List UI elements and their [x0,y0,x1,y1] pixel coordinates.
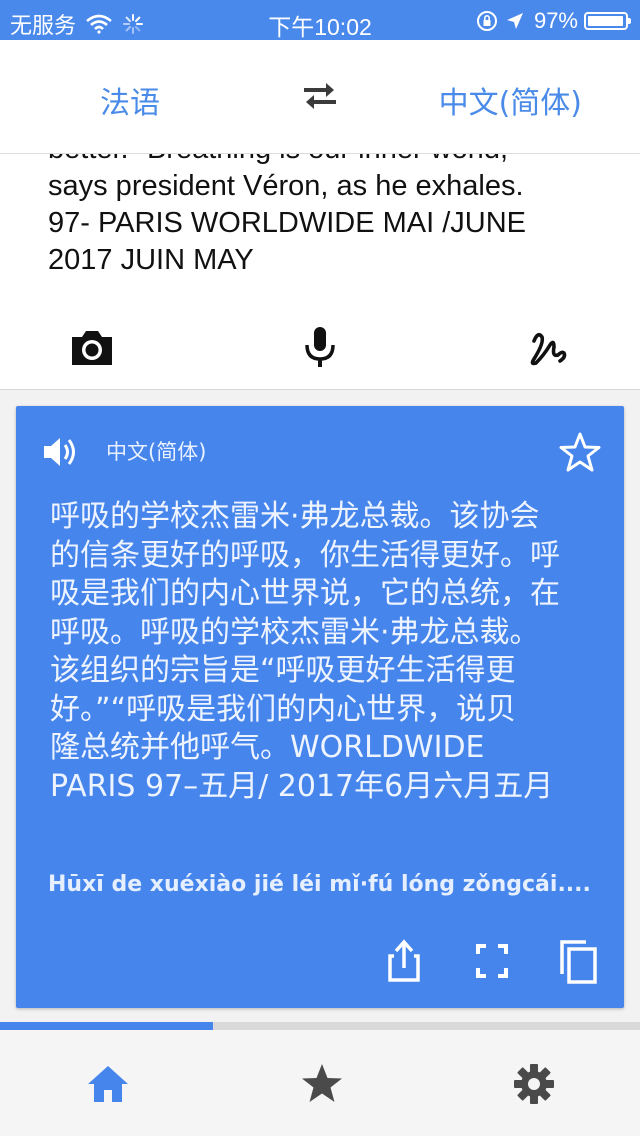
translation-line: PARIS 97–五月/ 2017年6月六月五月 [50,768,554,804]
battery-percent: 97% [533,8,578,33]
source-line: better." Breathing is our inner world, [48,153,608,168]
source-line: 2017 JUIN MAY [48,244,254,276]
microphone-icon[interactable] [296,325,344,369]
translation-card[interactable]: 中文(简体) 呼吸的学校杰雷米·弗龙总裁。该协会 的信条更好的呼吸，你生活得更好… [16,406,624,1008]
speaker-icon[interactable] [40,432,80,472]
location-arrow-icon [506,13,523,29]
source-text-area[interactable]: better." Breathing is our inner world, s… [0,153,640,390]
fullscreen-icon[interactable] [470,936,514,986]
translation-text[interactable]: 呼吸的学校杰雷米·弗龙总裁。该协会 的信条更好的呼吸，你生活得更好。呼 吸是我们… [50,498,610,806]
source-line: 97- PARIS WORLDWIDE MAI /JUNE [48,207,527,239]
translation-line: 好。”“呼吸是我们的内心世界，说贝 [50,691,517,727]
result-language-label: 中文(简体) [106,440,207,464]
source-text[interactable]: better." Breathing is our inner world, s… [48,153,608,279]
progress-bar [0,1022,640,1030]
translation-line: 的信条更好的呼吸，你生活得更好。呼 [50,537,560,573]
camera-icon[interactable] [68,325,116,369]
swap-languages-icon[interactable] [300,78,340,114]
pinyin-text: Hūxī de xuéxiào jié léi mǐ·fú lóng zǒngc… [48,872,591,897]
status-bar: 无服务 下午10:02 97% [0,0,640,40]
status-right: 97% [476,8,631,34]
bottom-nav [0,1030,640,1136]
home-icon[interactable] [84,1060,132,1108]
source-language-button[interactable]: 法语 [100,78,160,122]
star-outline-icon[interactable] [558,430,602,474]
rotation-lock-icon [476,11,497,31]
translation-line: 呼吸。呼吸的学校杰雷米·弗龙总裁。 [50,614,540,650]
translation-line: 吸是我们的内心世界说，它的总统，在 [50,576,560,611]
target-language-button[interactable]: 中文(简体) [439,78,582,122]
source-line: says president Véron, as he exhales. [48,170,524,202]
settings-icon[interactable] [510,1060,558,1108]
translation-line: 隆总统并他呼气。WORLDWIDE [50,730,485,765]
copy-icon[interactable] [556,936,600,986]
translation-line: 呼吸的学校杰雷米·弗龙总裁。该协会 [50,499,540,534]
battery-icon [584,12,631,30]
handwriting-icon[interactable] [524,325,572,369]
share-icon[interactable] [382,936,426,986]
translation-line: 该组织的宗旨是“呼吸更好生活得更 [50,653,516,688]
progress-fill [0,1022,214,1030]
language-bar: 法语 中文(简体) [0,40,640,154]
star-icon[interactable] [298,1060,346,1108]
